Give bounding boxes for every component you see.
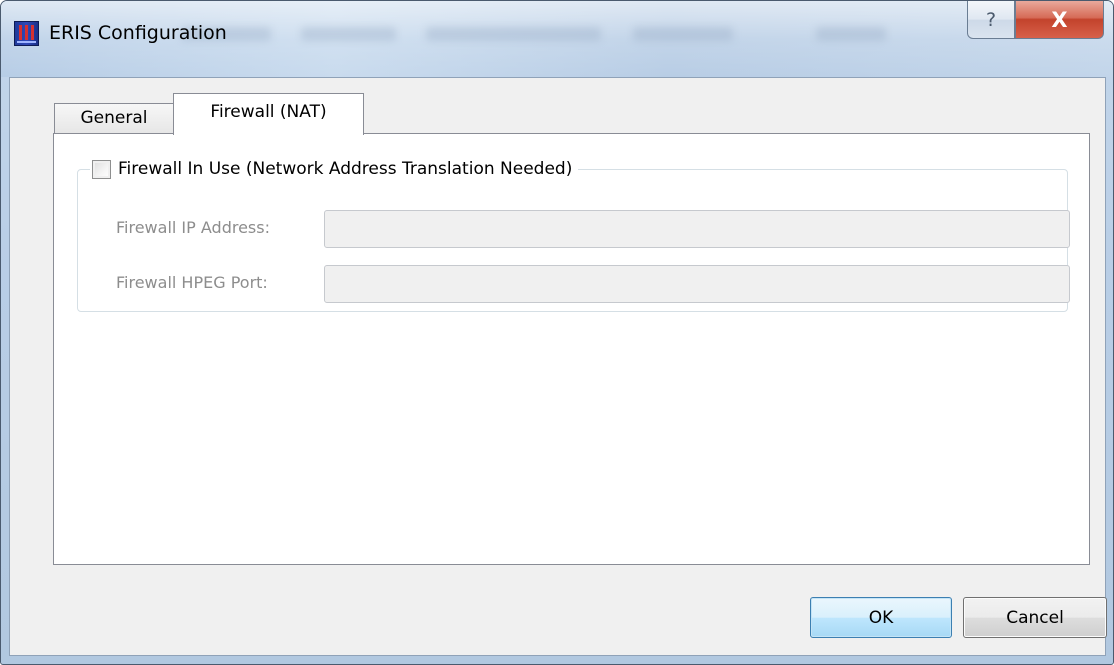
close-button[interactable]: X — [1015, 1, 1104, 39]
app-icon — [14, 21, 39, 46]
help-icon: ? — [985, 8, 997, 31]
tab-panel-firewall: Firewall IP Address: Firewall HPEG Port:… — [53, 133, 1090, 565]
firewall-ip-label: Firewall IP Address: — [116, 218, 270, 237]
title-bar[interactable]: ERIS Configuration ? X — [1, 1, 1113, 77]
dialog-window: ERIS Configuration ? X General Firewall … — [0, 0, 1114, 665]
firewall-in-use-label[interactable]: Firewall In Use (Network Address Transla… — [118, 159, 572, 179]
ok-button[interactable]: OK — [810, 597, 952, 638]
background-blur — [633, 27, 733, 41]
cancel-button[interactable]: Cancel — [963, 597, 1107, 638]
firewall-hpeg-port-label: Firewall HPEG Port: — [116, 273, 268, 292]
background-blur — [301, 27, 396, 41]
tab-general[interactable]: General — [54, 103, 174, 134]
tab-firewall-nat[interactable]: Firewall (NAT) — [173, 93, 364, 135]
firewall-ip-input[interactable] — [324, 210, 1070, 248]
close-icon: X — [1051, 7, 1068, 32]
firewall-in-use-checkbox[interactable] — [92, 159, 111, 179]
window-title: ERIS Configuration — [49, 22, 227, 44]
help-button[interactable]: ? — [967, 1, 1015, 39]
dialog-client-area: General Firewall (NAT) Firewall IP Addre… — [9, 77, 1107, 656]
firewall-group-box: Firewall IP Address: Firewall HPEG Port: — [77, 169, 1070, 312]
background-blur — [816, 27, 886, 41]
firewall-hpeg-port-input[interactable] — [324, 265, 1070, 303]
firewall-in-use-toggle[interactable]: Firewall In Use (Network Address Transla… — [90, 155, 579, 183]
background-blur — [426, 27, 601, 41]
